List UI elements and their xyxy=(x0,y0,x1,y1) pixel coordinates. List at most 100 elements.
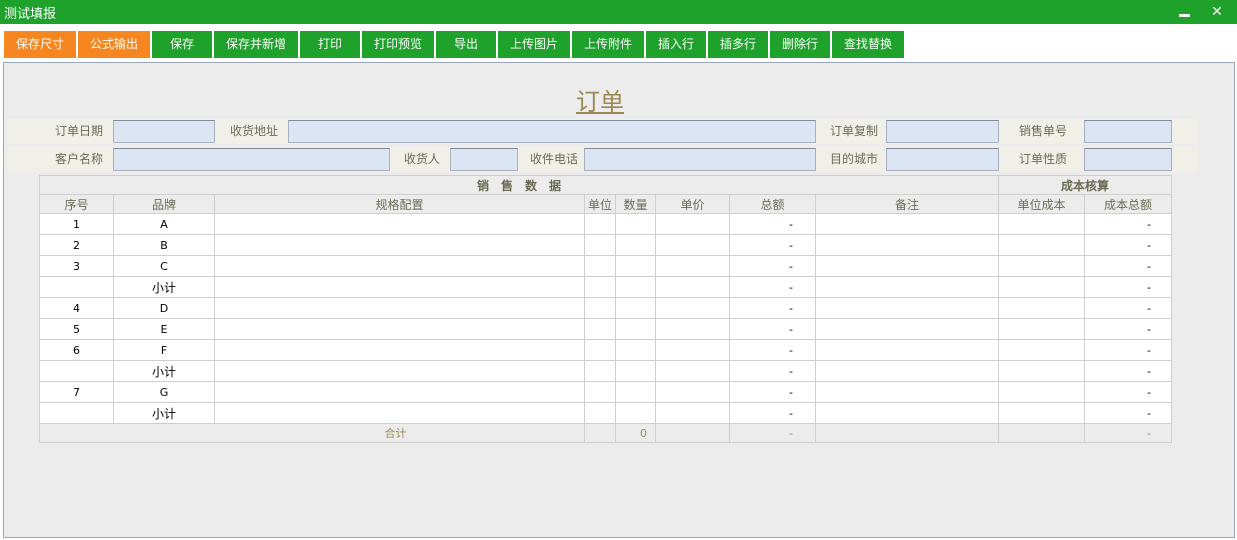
cell-unit-cost[interactable] xyxy=(998,381,1086,403)
cell-price[interactable] xyxy=(655,276,731,298)
cell-qty[interactable] xyxy=(615,339,657,361)
cell-spec[interactable] xyxy=(214,381,585,403)
upload-attachment-button[interactable]: 上传附件 xyxy=(572,31,644,58)
find-replace-button[interactable]: 查找替换 xyxy=(832,31,904,58)
cell-unit[interactable] xyxy=(583,360,617,382)
cell-price[interactable] xyxy=(655,297,731,319)
cell-price[interactable] xyxy=(655,318,731,340)
cell-total[interactable]: - xyxy=(729,213,817,235)
order-type-field[interactable] xyxy=(1084,148,1172,171)
cell-brand[interactable]: E xyxy=(113,318,215,340)
order-date-field[interactable] xyxy=(113,120,215,143)
minimize-icon[interactable] xyxy=(1174,0,1196,24)
cell-qty[interactable] xyxy=(615,402,657,424)
cell-spec[interactable] xyxy=(214,360,585,382)
cell-cost-total[interactable]: - xyxy=(1084,381,1173,403)
cell-total[interactable]: - xyxy=(729,276,817,298)
upload-image-button[interactable]: 上传图片 xyxy=(498,31,570,58)
cell-spec[interactable] xyxy=(214,234,585,256)
cell-qty[interactable] xyxy=(615,234,657,256)
cell-unit-cost[interactable] xyxy=(998,339,1086,361)
consignee-field[interactable] xyxy=(450,148,518,171)
cell-cost-total[interactable]: - xyxy=(1084,360,1173,382)
print-button[interactable]: 打印 xyxy=(300,31,360,58)
order-copy-field[interactable] xyxy=(886,120,999,143)
cell-brand[interactable]: C xyxy=(113,255,215,277)
cell-qty[interactable] xyxy=(615,276,657,298)
cell-spec[interactable] xyxy=(214,297,585,319)
cell-remark[interactable] xyxy=(815,381,1000,403)
cell-qty[interactable] xyxy=(615,360,657,382)
dest-city-field[interactable] xyxy=(886,148,999,171)
cell-price[interactable] xyxy=(655,339,731,361)
cell-total[interactable]: - xyxy=(729,402,817,424)
cell-qty[interactable] xyxy=(615,255,657,277)
cell-price[interactable] xyxy=(655,360,731,382)
cell-brand[interactable]: A xyxy=(113,213,215,235)
cell-cost-total[interactable]: - xyxy=(1084,339,1173,361)
customer-name-field[interactable] xyxy=(113,148,390,171)
cell-seq[interactable] xyxy=(39,360,114,382)
cell-qty[interactable] xyxy=(615,297,657,319)
close-icon[interactable]: ✕ xyxy=(1206,0,1228,24)
save-size-button[interactable]: 保存尺寸 xyxy=(4,31,76,58)
cell-unit-cost[interactable] xyxy=(998,213,1086,235)
cell-qty[interactable] xyxy=(615,213,657,235)
cell-remark[interactable] xyxy=(815,402,1000,424)
cell-cost-total[interactable]: - xyxy=(1084,402,1173,424)
cell-remark[interactable] xyxy=(815,360,1000,382)
cell-unit-cost[interactable] xyxy=(998,360,1086,382)
cell-cost-total[interactable]: - xyxy=(1084,255,1173,277)
cell-brand[interactable]: 小计 xyxy=(113,402,215,424)
cell-total[interactable]: - xyxy=(729,297,817,319)
cell-seq[interactable]: 6 xyxy=(39,339,114,361)
cell-unit[interactable] xyxy=(583,339,617,361)
cell-unit-cost[interactable] xyxy=(998,318,1086,340)
cell-cost-total[interactable]: - xyxy=(1084,297,1173,319)
cell-seq[interactable]: 4 xyxy=(39,297,114,319)
cell-unit-cost[interactable] xyxy=(998,276,1086,298)
cell-price[interactable] xyxy=(655,255,731,277)
insert-rows-button[interactable]: 插多行 xyxy=(708,31,768,58)
cell-brand[interactable]: G xyxy=(113,381,215,403)
cell-seq[interactable]: 3 xyxy=(39,255,114,277)
cell-total[interactable]: - xyxy=(729,339,817,361)
cell-brand[interactable]: 小计 xyxy=(113,276,215,298)
cell-cost-total[interactable]: - xyxy=(1084,318,1173,340)
cell-remark[interactable] xyxy=(815,213,1000,235)
save-and-new-button[interactable]: 保存并新增 xyxy=(214,31,298,58)
cell-spec[interactable] xyxy=(214,213,585,235)
cell-seq[interactable]: 2 xyxy=(39,234,114,256)
insert-row-button[interactable]: 插入行 xyxy=(646,31,706,58)
cell-unit-cost[interactable] xyxy=(998,297,1086,319)
cell-remark[interactable] xyxy=(815,234,1000,256)
print-preview-button[interactable]: 打印预览 xyxy=(362,31,434,58)
cell-cost-total[interactable]: - xyxy=(1084,276,1173,298)
cell-total[interactable]: - xyxy=(729,381,817,403)
cell-remark[interactable] xyxy=(815,297,1000,319)
cell-seq[interactable]: 5 xyxy=(39,318,114,340)
cell-seq[interactable] xyxy=(39,276,114,298)
cell-price[interactable] xyxy=(655,402,731,424)
cell-cost-total[interactable]: - xyxy=(1084,234,1173,256)
cell-unit[interactable] xyxy=(583,276,617,298)
cell-seq[interactable] xyxy=(39,402,114,424)
cell-qty[interactable] xyxy=(615,318,657,340)
cell-total[interactable]: - xyxy=(729,255,817,277)
cell-price[interactable] xyxy=(655,381,731,403)
cell-spec[interactable] xyxy=(214,339,585,361)
cell-unit-cost[interactable] xyxy=(998,234,1086,256)
cell-brand[interactable]: 小计 xyxy=(113,360,215,382)
cell-brand[interactable]: D xyxy=(113,297,215,319)
cell-total[interactable]: - xyxy=(729,234,817,256)
cell-unit[interactable] xyxy=(583,297,617,319)
export-button[interactable]: 导出 xyxy=(436,31,496,58)
cell-brand[interactable]: B xyxy=(113,234,215,256)
cell-total[interactable]: - xyxy=(729,318,817,340)
cell-unit-cost[interactable] xyxy=(998,402,1086,424)
save-button[interactable]: 保存 xyxy=(152,31,212,58)
cell-unit[interactable] xyxy=(583,234,617,256)
cell-seq[interactable]: 7 xyxy=(39,381,114,403)
cell-total[interactable]: - xyxy=(729,360,817,382)
consignee-phone-field[interactable] xyxy=(584,148,816,171)
